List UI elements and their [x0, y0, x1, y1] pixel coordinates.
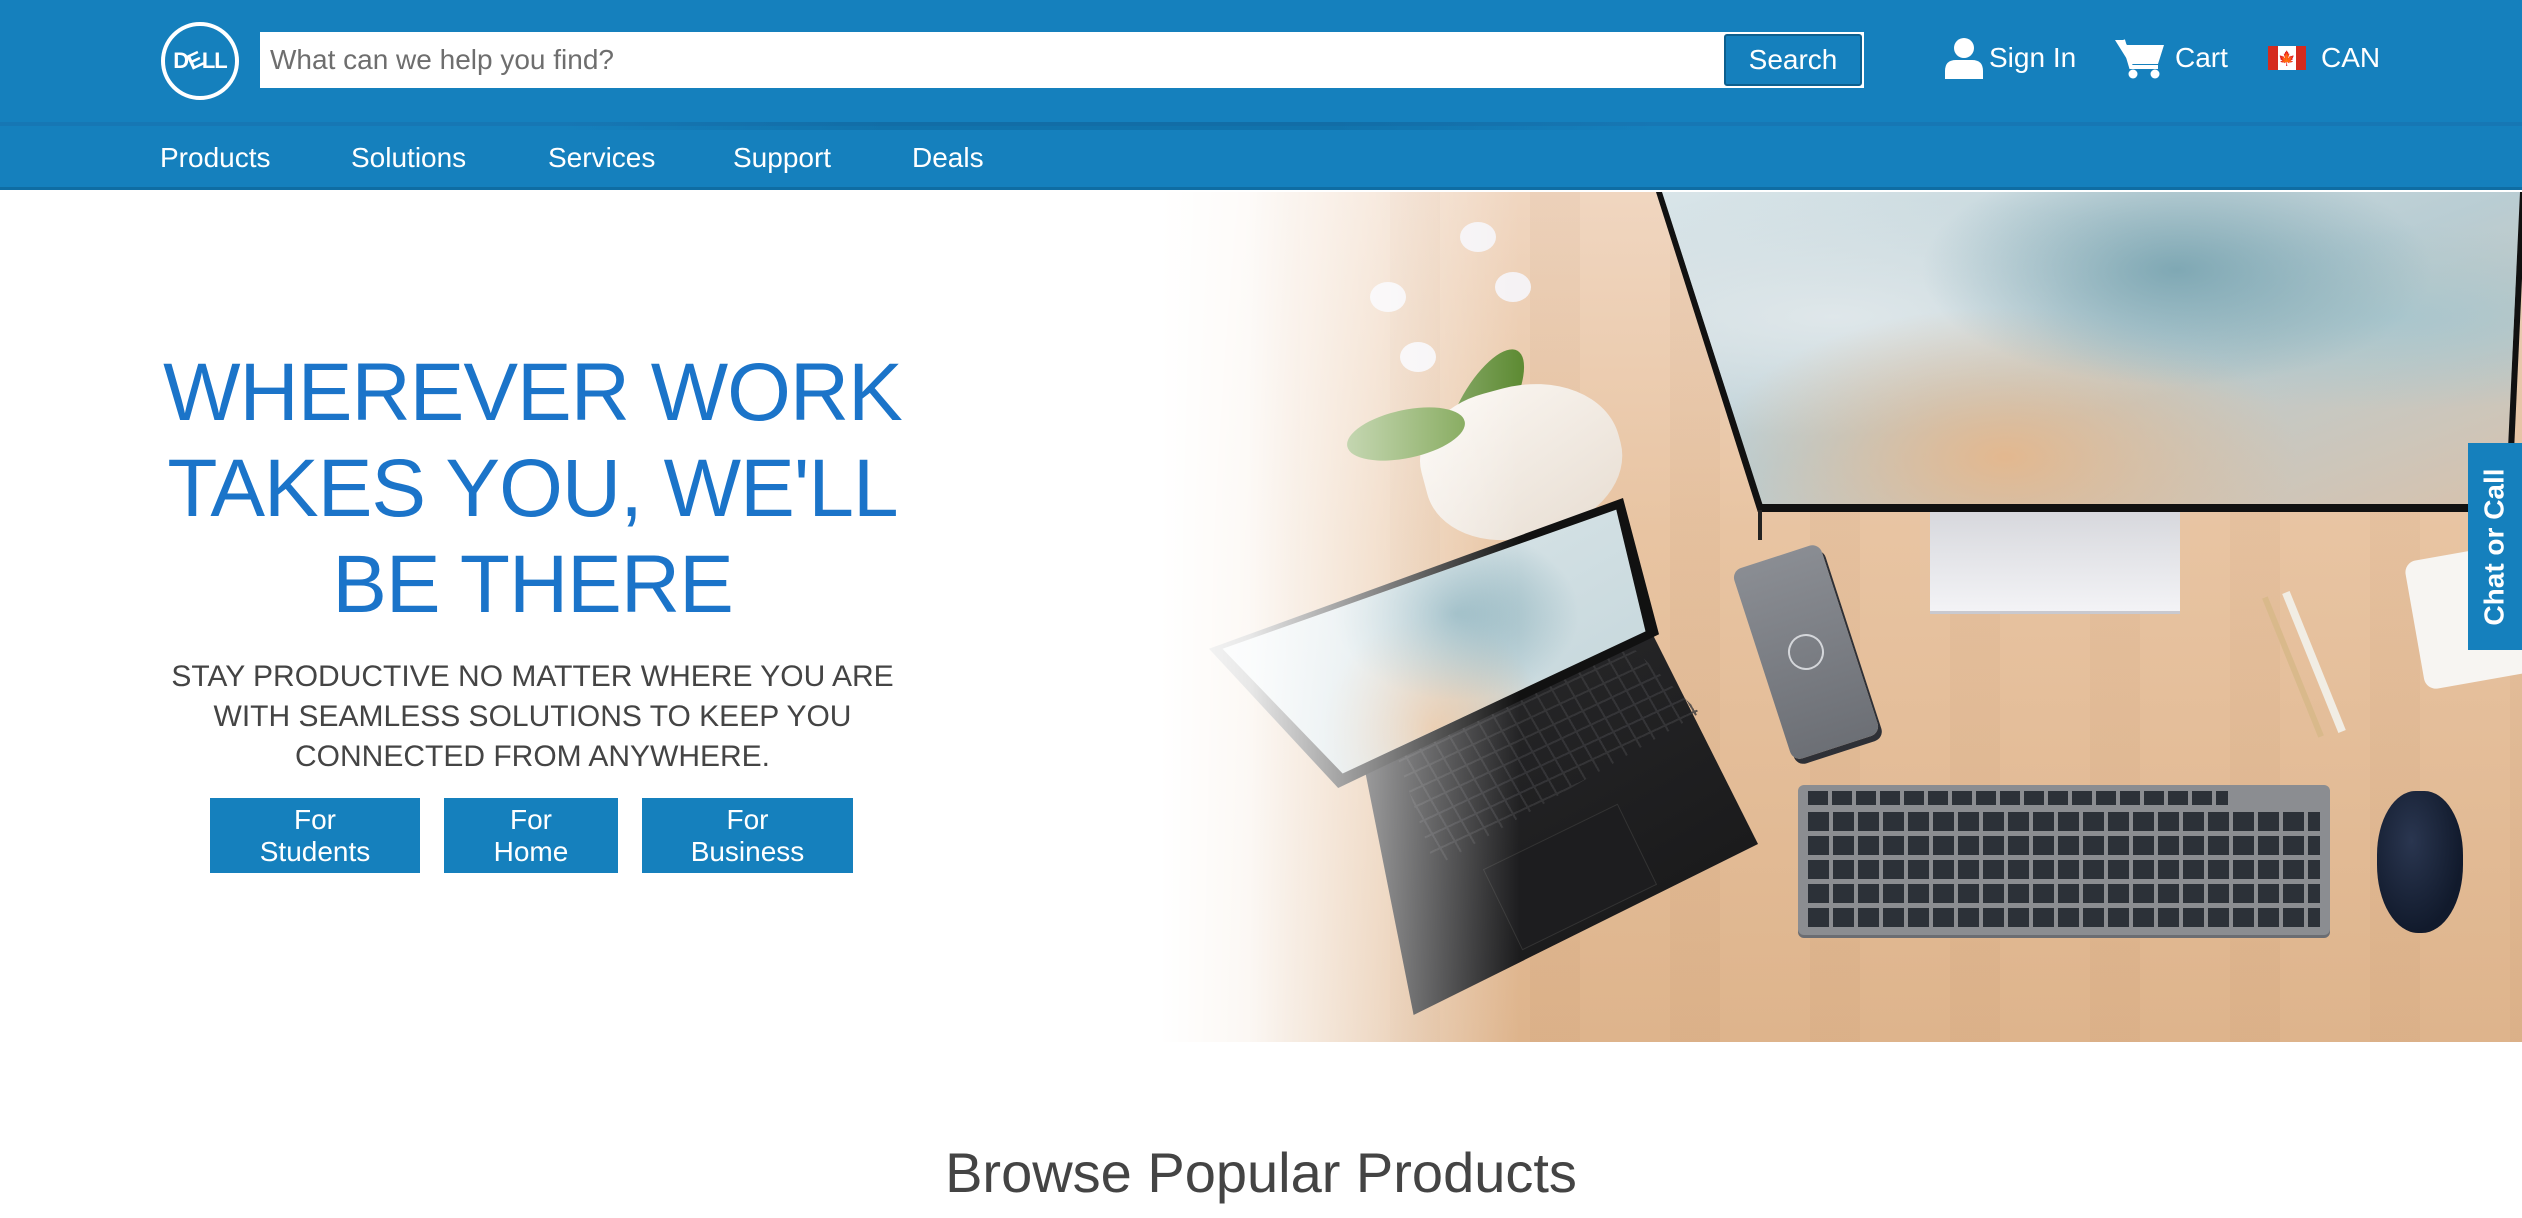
headline-line: BE THERE — [332, 539, 734, 630]
nav-item-solutions[interactable]: Solutions — [351, 142, 466, 174]
hero-image-fade — [1160, 192, 1520, 1042]
cart-icon — [2114, 37, 2166, 79]
subtitle-line: WITH SEAMLESS SOLUTIONS TO KEEP YOU — [213, 700, 852, 733]
subtitle-line: CONNECTED FROM ANYWHERE. — [294, 740, 771, 773]
person-icon — [1944, 37, 1984, 79]
nav-item-products[interactable]: Products — [160, 142, 271, 174]
hero-image — [1160, 192, 2522, 1042]
hero-subtitle: STAY PRODUCTIVE NO MATTER WHERE YOU ARE … — [150, 657, 915, 777]
monitor-screen-art — [1662, 192, 2520, 504]
sign-in-label: Sign In — [1989, 42, 2077, 73]
keyboard-function-row — [1808, 791, 2228, 805]
dell-logo[interactable]: DELL — [161, 22, 239, 100]
sign-in-link[interactable]: Sign In — [1944, 36, 2076, 80]
chat-or-call-label: Chat or Call — [2479, 467, 2511, 626]
country-selector[interactable]: 🍁 CAN — [2268, 36, 2380, 80]
cart-label: Cart — [2175, 42, 2228, 73]
dock-logo-icon — [1783, 629, 1829, 675]
hero-cta-group: For Students For Home For Business — [210, 798, 853, 873]
nav-item-services[interactable]: Services — [548, 142, 655, 174]
search-bar: Search — [260, 32, 1864, 88]
country-label: CAN — [2321, 42, 2381, 73]
for-home-button[interactable]: For Home — [444, 798, 618, 873]
chat-or-call-tab[interactable]: Chat or Call — [2468, 443, 2522, 650]
docking-station — [1731, 542, 1881, 762]
dell-logo-wordmark: DELL — [173, 46, 227, 75]
keyboard-keys — [1808, 809, 2320, 927]
subtitle-line: STAY PRODUCTIVE NO MATTER WHERE YOU ARE — [171, 660, 894, 693]
for-business-button[interactable]: For Business — [642, 798, 853, 873]
wireless-keyboard — [1798, 785, 2330, 935]
headline-line: WHEREVER WORK — [163, 347, 903, 438]
browse-popular-products-heading: Browse Popular Products — [945, 1141, 1577, 1204]
wireless-mouse — [2377, 791, 2463, 933]
search-button[interactable]: Search — [1724, 34, 1862, 86]
canada-flag-icon: 🍁 — [2268, 46, 2306, 70]
nav-item-support[interactable]: Support — [733, 142, 831, 174]
monitor-cable — [1758, 510, 1762, 540]
cart-link[interactable]: Cart — [2114, 36, 2228, 80]
hero-headline: WHEREVER WORK TAKES YOU, WE'LL BE THERE — [150, 345, 915, 633]
nav-divider — [560, 122, 1660, 130]
monitor-stand — [1930, 512, 2180, 614]
nav-item-deals[interactable]: Deals — [912, 142, 984, 174]
hero-text: WHEREVER WORK TAKES YOU, WE'LL BE THERE … — [150, 345, 915, 777]
search-input[interactable] — [260, 32, 1720, 88]
headline-line: TAKES YOU, WE'LL — [167, 443, 898, 534]
for-students-button[interactable]: For Students — [210, 798, 420, 873]
